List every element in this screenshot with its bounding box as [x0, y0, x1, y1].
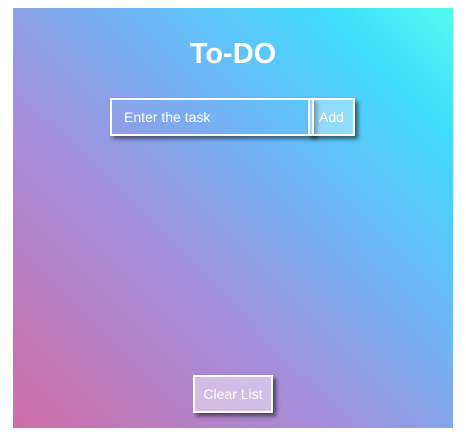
task-input[interactable] — [110, 98, 314, 136]
todo-panel: To-DO Add Clear List — [13, 8, 453, 428]
add-button[interactable]: Add — [308, 98, 355, 136]
clear-list-button[interactable]: Clear List — [193, 375, 273, 413]
page-title: To-DO — [189, 38, 277, 70]
